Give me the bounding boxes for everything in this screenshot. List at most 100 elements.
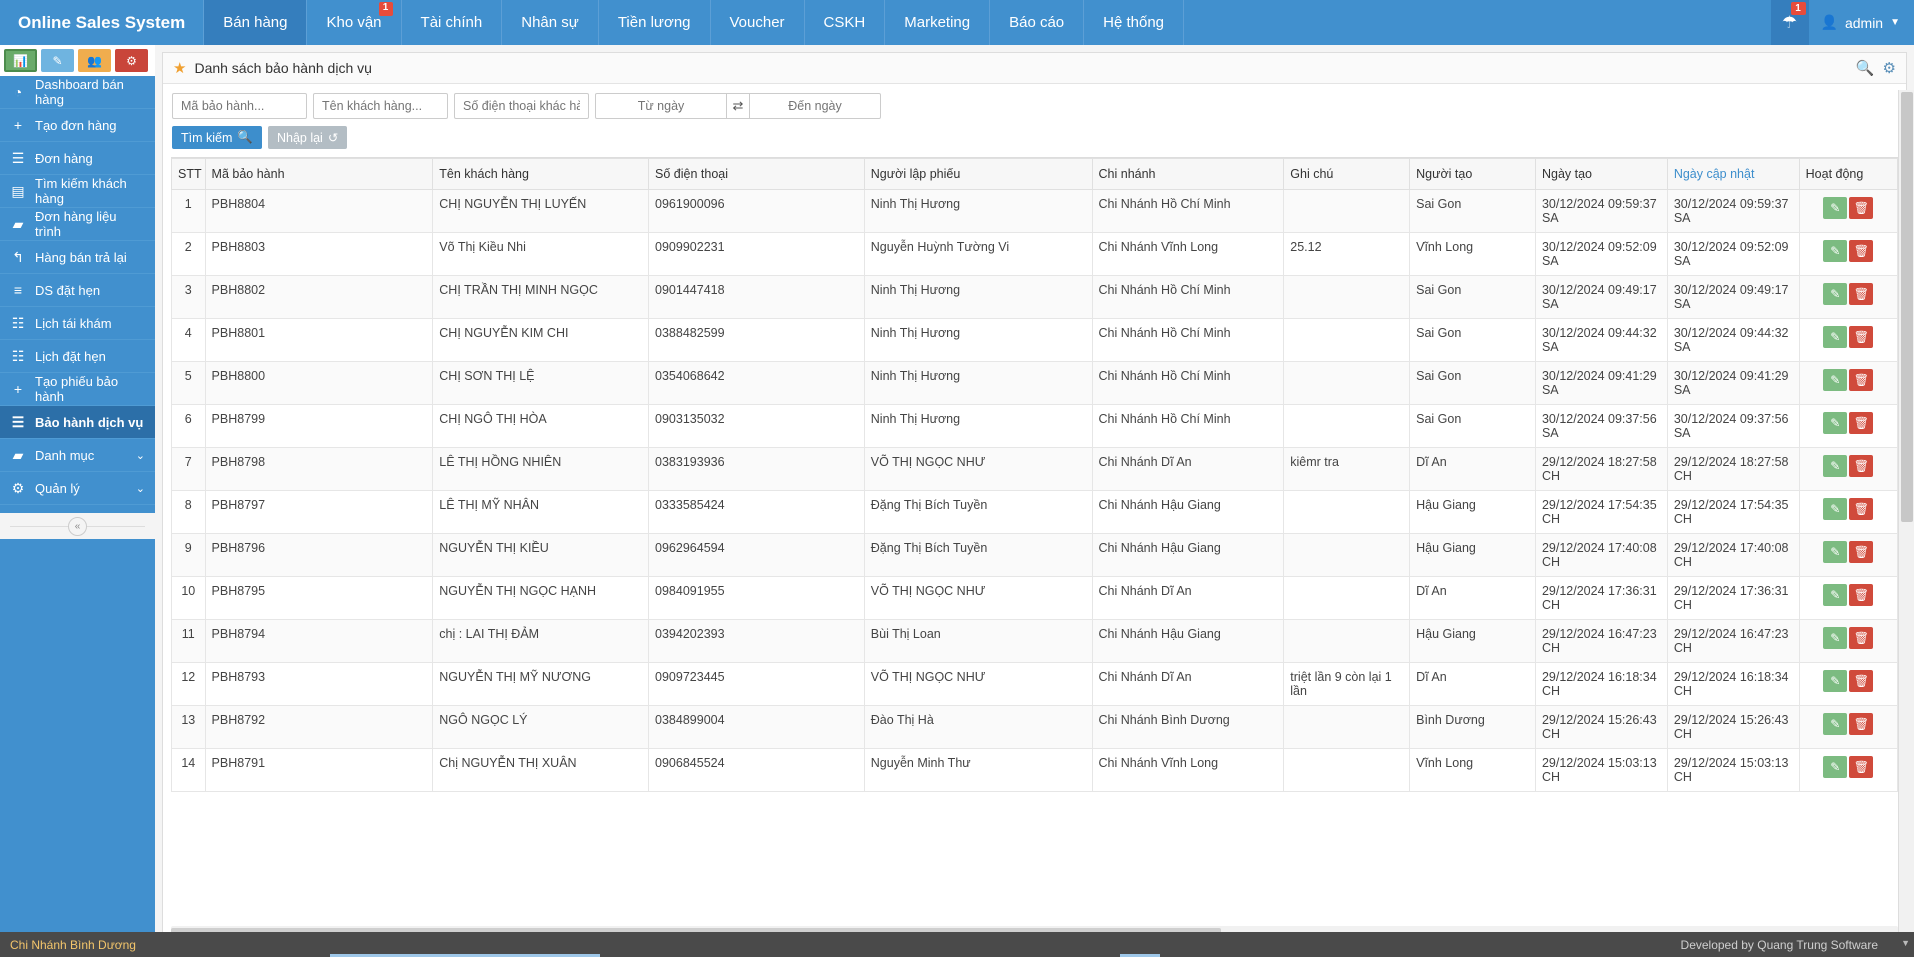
trash-icon[interactable]: 🗑 [1849, 713, 1874, 735]
cell-customer[interactable]: NGUYỄN THỊ KIỀU [432, 533, 650, 577]
cell-customer[interactable]: chị : LAI THỊ ĐẢM [432, 619, 650, 663]
resize-corner-icon[interactable]: ▼ [1901, 938, 1910, 948]
cell-customer[interactable]: CHỊ TRẦN THỊ MINH NGỌC [432, 275, 650, 319]
sidebar-item-12[interactable]: ▰ Danh mục ⌄ [0, 439, 155, 472]
collapse-icon[interactable]: « [68, 516, 87, 536]
top-nav-item-10[interactable]: Hệ thống [1083, 0, 1183, 45]
cell-customer[interactable]: NGUYỄN THỊ MỸ NƯƠNG [432, 662, 650, 706]
edit-icon[interactable]: ✎ [1823, 455, 1848, 477]
trash-icon[interactable]: 🗑 [1849, 541, 1874, 563]
cell-customer[interactable]: LÊ THỊ MỸ NHÂN [432, 490, 650, 534]
cell-code[interactable]: PBH8801 [204, 318, 434, 362]
edit-icon[interactable]: ✎ [1823, 627, 1848, 649]
top-nav-item-1[interactable]: Bán hàng [203, 0, 307, 45]
sidebar-item-5[interactable]: ▰ Đơn hàng liệu trình [0, 208, 155, 241]
cogs-icon[interactable]: ⚙ [115, 49, 148, 72]
cell-code[interactable]: PBH8803 [204, 232, 434, 276]
sidebar-item-4[interactable]: ▤ Tìm kiếm khách hàng [0, 175, 155, 208]
trash-icon[interactable]: 🗑 [1849, 498, 1874, 520]
top-nav-item-9[interactable]: Báo cáo [989, 0, 1083, 45]
trash-icon[interactable]: 🗑 [1849, 670, 1874, 692]
top-nav-item-7[interactable]: CSKH [803, 0, 885, 45]
edit-icon[interactable]: ✎ [1823, 670, 1848, 692]
cell-customer[interactable]: Chị NGUYỄN THỊ XUÂN [432, 748, 650, 792]
trash-icon[interactable]: 🗑 [1849, 412, 1874, 434]
edit-icon[interactable]: ✎ [1823, 412, 1848, 434]
edit-icon[interactable]: ✎ [1823, 584, 1848, 606]
cell-code[interactable]: PBH8802 [204, 275, 434, 319]
user-menu[interactable]: 👤 admin ▼ [1809, 0, 1914, 45]
table-col-created_by[interactable]: Người tạo [1409, 158, 1536, 190]
cell-code[interactable]: PBH8797 [204, 490, 434, 534]
sidebar-item-11[interactable]: ☰ Bảo hành dịch vụ [0, 406, 155, 439]
sidebar-item-7[interactable]: ≡ DS đặt hẹn [0, 274, 155, 307]
search-icon[interactable]: 🔍 [1856, 59, 1875, 77]
cell-customer[interactable]: CHỊ NGUYỄN THỊ LUYẾN [432, 189, 650, 233]
cell-code[interactable]: PBH8792 [204, 705, 434, 749]
sidebar-item-3[interactable]: ☰ Đơn hàng [0, 142, 155, 175]
table-col-customer[interactable]: Tên khách hàng [432, 158, 650, 190]
trash-icon[interactable]: 🗑 [1849, 627, 1874, 649]
sidebar-item-10[interactable]: + Tạo phiếu bảo hành [0, 373, 155, 406]
cell-customer[interactable]: Võ Thị Kiều Nhi [432, 232, 650, 276]
cell-code[interactable]: PBH8793 [204, 662, 434, 706]
table-col-code[interactable]: Mã bảo hành [204, 158, 434, 190]
chart-icon[interactable]: 📊 [4, 49, 37, 72]
edit-icon[interactable]: ✎ [1823, 283, 1848, 305]
date-from-input[interactable] [596, 94, 726, 118]
edit-icon[interactable]: ✎ [1823, 197, 1848, 219]
sidebar-item-9[interactable]: ☷ Lịch đặt hẹn [0, 340, 155, 373]
table-col-stt[interactable]: STT [171, 158, 206, 190]
search-button[interactable]: Tìm kiếm 🔍 [172, 126, 262, 149]
reset-button[interactable]: Nhập lại ↺ [267, 126, 348, 149]
table-col-branch[interactable]: Chi nhánh [1091, 158, 1285, 190]
edit-icon[interactable]: ✎ [1823, 369, 1848, 391]
table-col-note[interactable]: Ghi chú [1283, 158, 1411, 190]
cell-customer[interactable]: CHỊ NGÔ THỊ HÒA [432, 404, 650, 448]
table-col-updated_at[interactable]: Ngày cập nhật [1666, 158, 1800, 190]
top-nav-item-8[interactable]: Marketing [884, 0, 989, 45]
vertical-scrollbar[interactable]: ▲ ▼ [1898, 90, 1914, 957]
top-nav-item-3[interactable]: Tài chính [400, 0, 502, 45]
cell-code[interactable]: PBH8791 [204, 748, 434, 792]
sidebar-item-13[interactable]: ⚙ Quản lý ⌄ [0, 472, 155, 505]
trash-icon[interactable]: 🗑 [1849, 326, 1874, 348]
trash-icon[interactable]: 🗑 [1849, 584, 1874, 606]
edit-icon[interactable]: ✎ [1823, 713, 1848, 735]
trash-icon[interactable]: 🗑 [1849, 455, 1874, 477]
edit-icon[interactable]: ✎ [1823, 541, 1848, 563]
cell-code[interactable]: PBH8794 [204, 619, 434, 663]
table-col-creator_slip[interactable]: Người lập phiếu [863, 158, 1093, 190]
warranty-code-input[interactable] [172, 93, 307, 119]
table-col-created_at[interactable]: Ngày tạo [1534, 158, 1668, 190]
top-nav-item-6[interactable]: Voucher [709, 0, 804, 45]
cell-customer[interactable]: NGÔ NGỌC LÝ [432, 705, 650, 749]
table-col-phone[interactable]: Số điện thoại [648, 158, 865, 190]
customer-phone-input[interactable] [454, 93, 589, 119]
cell-customer[interactable]: CHỊ SƠN THỊ LỆ [432, 361, 650, 405]
top-nav-item-4[interactable]: Nhân sự [501, 0, 598, 45]
table-col-actions[interactable]: Hoạt động [1798, 158, 1898, 190]
customer-name-input[interactable] [313, 93, 448, 119]
notifications-button[interactable]: ☂ 1 [1770, 0, 1809, 45]
edit-icon[interactable]: ✎ [1823, 240, 1848, 262]
top-nav-item-5[interactable]: Tiền lương [597, 0, 710, 45]
trash-icon[interactable]: 🗑 [1849, 756, 1874, 778]
edit-icon[interactable]: ✎ [1823, 756, 1848, 778]
vertical-scrollbar-thumb[interactable] [1901, 92, 1913, 522]
cell-code[interactable]: PBH8800 [204, 361, 434, 405]
cell-customer[interactable]: LÊ THỊ HỒNG NHIÊN [432, 447, 650, 491]
sidebar-item-8[interactable]: ☷ Lịch tái khám [0, 307, 155, 340]
gear-icon[interactable]: ⚙ [1883, 59, 1896, 77]
sidebar-item-1[interactable]: ◔ Dashboard bán hàng [0, 76, 155, 109]
edit-icon[interactable]: ✎ [1823, 326, 1848, 348]
cell-code[interactable]: PBH8799 [204, 404, 434, 448]
cell-code[interactable]: PBH8798 [204, 447, 434, 491]
edit-icon[interactable]: ✎ [1823, 498, 1848, 520]
cell-code[interactable]: PBH8804 [204, 189, 434, 233]
trash-icon[interactable]: 🗑 [1849, 283, 1874, 305]
cell-code[interactable]: PBH8796 [204, 533, 434, 577]
top-nav-item-2[interactable]: Kho vận 1 [306, 0, 400, 45]
trash-icon[interactable]: 🗑 [1849, 369, 1874, 391]
cell-customer[interactable]: NGUYỄN THỊ NGỌC HẠNH [432, 576, 650, 620]
